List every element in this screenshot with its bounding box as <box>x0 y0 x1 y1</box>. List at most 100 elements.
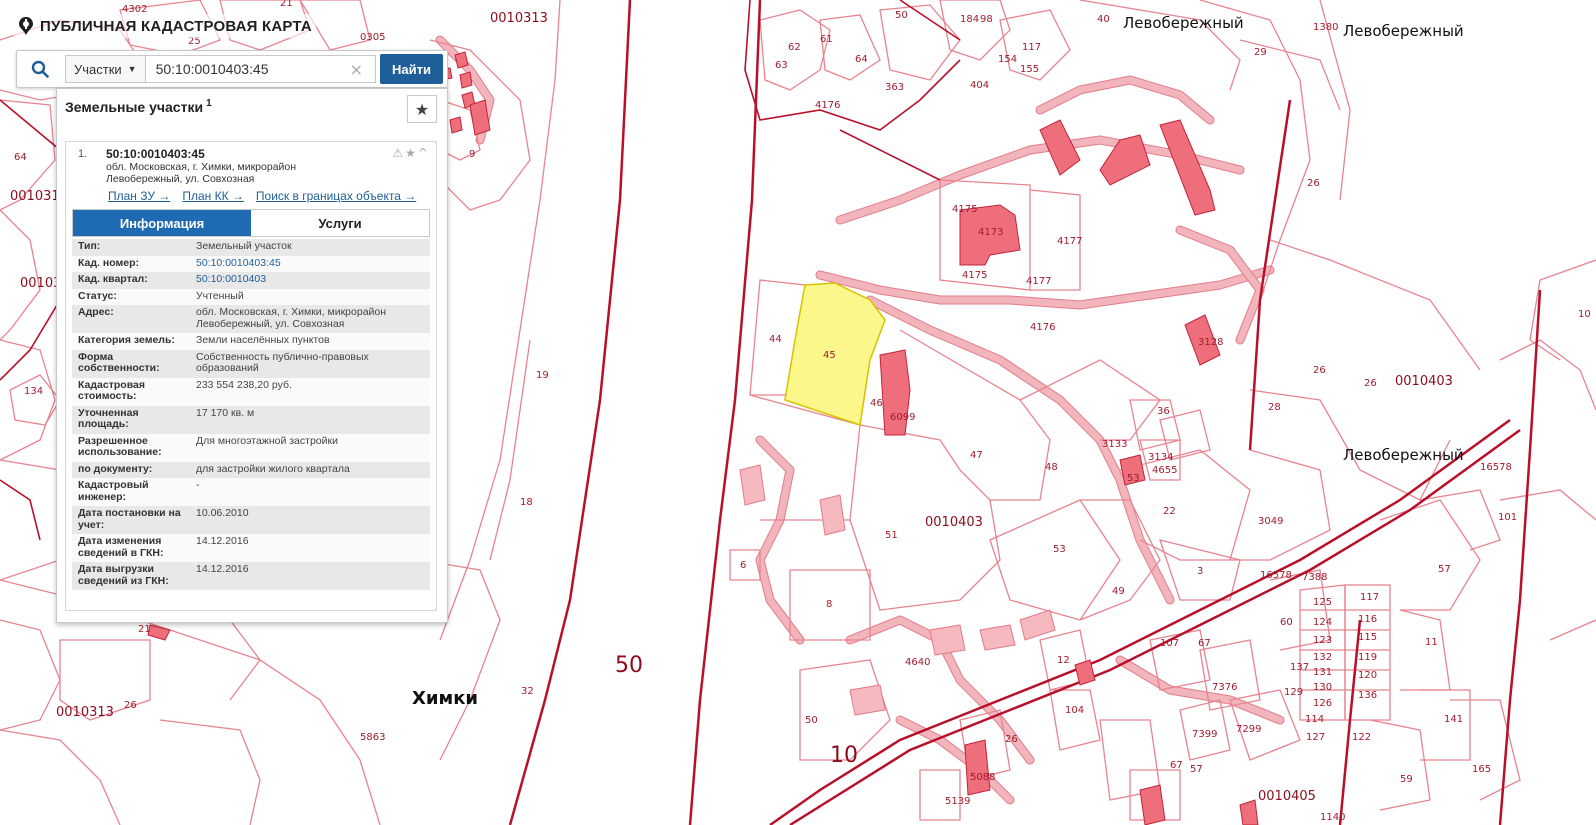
parcel-number: 8 <box>826 599 832 610</box>
info-row: Дата изменения сведений в ГКН: 14.12.2016 <box>72 534 430 562</box>
tab-services[interactable]: Услуги <box>251 210 429 236</box>
parcel-number: 45 <box>823 350 836 361</box>
parcel-number: 61 <box>820 34 833 45</box>
parcel-number: 16578 <box>1260 570 1292 581</box>
plan-kk-link[interactable]: План КК → <box>182 189 244 203</box>
info-row: Адрес: обл. Московская, г. Химки, микрора… <box>72 305 430 333</box>
parcel-number: 64 <box>855 54 868 65</box>
info-value: 17 170 кв. м <box>190 405 430 434</box>
quarter-label: 0010313 <box>490 11 548 26</box>
logo-icon <box>19 17 33 35</box>
search-bar: Участки ▼ × Найти <box>16 50 448 88</box>
search-in-bounds-link[interactable]: Поиск в границах объекта → <box>256 189 416 203</box>
parcel-number: 1380 <box>1313 22 1338 33</box>
parcel-number: 136 <box>1358 690 1377 701</box>
parcel-number: 44 <box>769 334 782 345</box>
info-row: Уточненная площадь: 17 170 кв. м <box>72 405 430 434</box>
result-cad-number: 50:10:0010403:45 <box>106 147 205 161</box>
info-row: Форма собственности: Собственность публич… <box>72 349 430 378</box>
info-key: Разрешенное использование: <box>72 433 190 462</box>
parcel-number: 4177 <box>1026 276 1051 287</box>
info-key: Статус: <box>72 288 190 305</box>
info-row: Дата выгрузки сведений из ГКН: 14.12.2016 <box>72 562 430 590</box>
parcel-number: 29 <box>1254 47 1267 58</box>
parcel-number: 3 <box>1197 566 1203 577</box>
info-key: Кад. квартал: <box>72 272 190 289</box>
info-value-link[interactable]: 50:10:0010403 <box>190 272 430 289</box>
parcel-number: 3134 <box>1148 452 1173 463</box>
parcel-number: 18 <box>520 497 533 508</box>
parcel-number: 4176 <box>815 100 840 111</box>
info-value-link[interactable]: 50:10:0010403:45 <box>190 255 430 272</box>
parcel-number: 22 <box>1163 506 1176 517</box>
parcel-number: 57 <box>1190 764 1203 775</box>
info-value: для застройки жилого квартала <box>190 461 430 478</box>
chevron-down-icon: ▼ <box>127 64 137 74</box>
parcel-number: 117 <box>1022 42 1041 53</box>
info-value: 233 554 238,20 руб. <box>190 377 430 406</box>
parcel-number: 46 <box>870 398 883 409</box>
parcel-number: 125 <box>1313 597 1332 608</box>
parcel-number: 404 <box>970 80 989 91</box>
chevron-up-icon[interactable]: ^ <box>418 146 430 160</box>
parcel-number: 141 <box>1444 714 1463 725</box>
info-key: Категория земель: <box>72 333 190 350</box>
parcel-number: 36 <box>1157 406 1170 417</box>
parcel-number: 154 <box>998 54 1017 65</box>
parcel-number: 11 <box>1425 637 1438 648</box>
quarter-label: 0010403 <box>925 515 983 530</box>
info-row: Кадастровая стоимость: 233 554 238,20 руб… <box>72 377 430 406</box>
parcel-number: 117 <box>1360 592 1379 603</box>
parcel-number: 64 <box>14 152 27 163</box>
parcel-number: 67 <box>1170 760 1183 771</box>
search-type-select[interactable]: Участки ▼ <box>65 55 146 83</box>
info-value: 14.12.2016 <box>190 534 430 562</box>
quarter-label: 0010313 <box>56 705 114 720</box>
info-row: Статус: Учтенный <box>72 288 430 305</box>
parcel-number: 122 <box>1352 732 1371 743</box>
parcel-number: 21 <box>138 624 151 635</box>
info-row: Кад. квартал: 50:10:0010403 <box>72 272 430 289</box>
star-icon[interactable]: ★ <box>405 146 418 160</box>
result-index: 1. <box>78 148 88 160</box>
parcel-number: 26 <box>1313 365 1326 376</box>
parcel-number: 5088 <box>970 772 995 783</box>
parcel-number: 4175 <box>962 270 987 281</box>
parcel-number: 137 <box>1290 662 1309 673</box>
info-key: Форма собственности: <box>72 349 190 378</box>
plan-zu-link[interactable]: План ЗУ → <box>108 189 170 203</box>
tab-info[interactable]: Информация <box>73 210 251 236</box>
info-key: Кадастровый инженер: <box>72 478 190 506</box>
parcel-number: 7376 <box>1212 682 1237 693</box>
result-card[interactable]: 1. 50:10:0010403:45 обл. Московская, г. … <box>65 141 437 611</box>
info-key: Кад. номер: <box>72 255 190 272</box>
favorites-button[interactable]: ★ <box>407 95 437 123</box>
parcel-number: 40 <box>1097 14 1110 25</box>
parcel-number: 123 <box>1313 635 1332 646</box>
parcel-number: 4175 <box>952 204 977 215</box>
parcel-number: 114 <box>1305 714 1324 725</box>
find-button[interactable]: Найти <box>380 54 443 84</box>
result-address-line1: обл. Московская, г. Химки, микрорайон <box>106 161 297 173</box>
parcel-number: 4177 <box>1057 236 1082 247</box>
parcel-number: 21 <box>280 0 293 9</box>
info-key: Дата изменения сведений в ГКН: <box>72 534 190 562</box>
parcel-number: 51 <box>885 530 898 541</box>
parcel-number: 48 <box>1045 462 1058 473</box>
info-key: Кадастровая стоимость: <box>72 377 190 406</box>
quarter-label: 0010405 <box>1258 789 1316 804</box>
parcel-number: 5863 <box>360 732 385 743</box>
parcel-number: 62 <box>788 42 801 53</box>
warning-icon[interactable]: ⚠ <box>392 146 405 160</box>
result-count: 1 <box>206 98 212 110</box>
parcel-number: 116 <box>1358 614 1377 625</box>
search-icon[interactable] <box>21 54 59 84</box>
parcel-number: 28 <box>1268 402 1281 413</box>
clear-icon[interactable]: × <box>350 60 363 79</box>
city-label: Химки <box>412 688 478 709</box>
search-input[interactable] <box>145 55 377 83</box>
parcel-number: 50 <box>895 10 908 21</box>
place-label: Левобережный <box>1343 22 1464 40</box>
parcel-number: 57 <box>1438 564 1451 575</box>
zone-label: 50 <box>615 653 643 678</box>
